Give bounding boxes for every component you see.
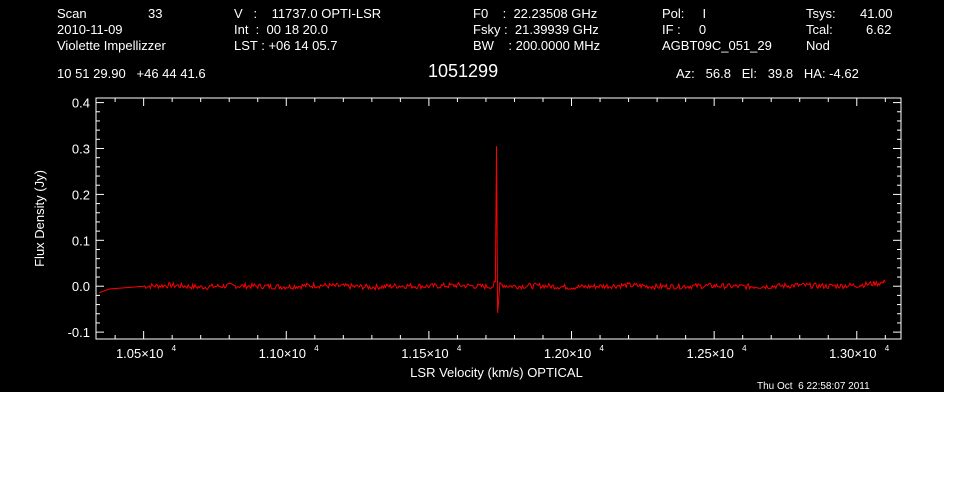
y-tick-label: 0.4 [72, 96, 90, 111]
y-tick-label: 0.1 [72, 233, 90, 248]
x-tick-label: 1.15×10 [401, 346, 448, 361]
x-tick-exponent: 4 [172, 344, 177, 353]
x-tick-exponent: 4 [885, 344, 890, 353]
x-tick-exponent: 4 [457, 344, 462, 353]
x-axis-label: LSR Velocity (km/s) OPTICAL [410, 365, 583, 380]
spectrum-trace [99, 146, 886, 313]
y-axis-label: Flux Density (Jy) [32, 170, 47, 267]
x-tick-label: 1.30×10 [829, 346, 876, 361]
x-tick-label: 1.05×10 [116, 346, 163, 361]
x-tick-exponent: 4 [314, 344, 319, 353]
y-tick-label: 0.2 [72, 187, 90, 202]
spectrum-chart: 1.05×10 4 1.10×10 4 1.15×10 4 1.20×10 4 1.25×10 4… [32, 96, 902, 380]
timestamp: Thu Oct 6 22:58:07 2011 [757, 381, 870, 392]
y-tick-label: 0.0 [72, 279, 90, 294]
y-tick-label: -0.1 [68, 325, 90, 340]
x-tick-label: 1.20×10 [544, 346, 591, 361]
x-tick-label: 1.10×10 [259, 346, 306, 361]
plot-panel: Scan 33 2010-11-09 Violette Impellizzer … [0, 0, 944, 392]
x-tick-label: 1.25×10 [686, 346, 733, 361]
x-tick-exponent: 4 [742, 344, 747, 353]
x-tick-exponent: 4 [600, 344, 605, 353]
y-tick-label: 0.3 [72, 141, 90, 156]
